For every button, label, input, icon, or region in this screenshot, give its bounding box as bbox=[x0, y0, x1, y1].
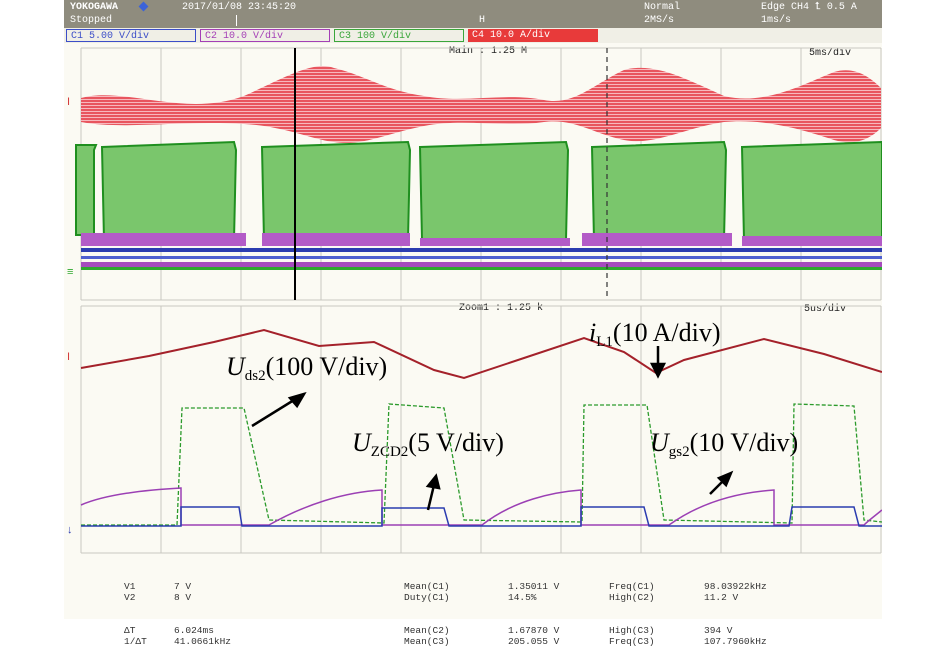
main-green-pulses bbox=[75, 140, 882, 241]
measurement-panel: V1 V2 ΔT 1/ΔT 7 V8 V 6.024ms 41.0661kHz Mea… bbox=[64, 555, 882, 647]
sample-rate-label: 2MS/s bbox=[644, 15, 675, 26]
cursor-labels: V1 V2 ΔT 1/ΔT bbox=[124, 581, 147, 647]
stats-right-values: 98.03922kHz 11.2 V 394 V 107.7960kHz bbox=[704, 581, 767, 647]
trigger-settings-label: Edge CH4 ⮤ 0.5 A bbox=[761, 2, 857, 13]
annotation-ugs2: Ugs2(10 V/div) bbox=[650, 428, 799, 460]
cursor-values: 7 V8 V 6.024ms 41.0661kHz bbox=[174, 581, 232, 647]
annotation-uzcd2: UZCD2(5 V/div) bbox=[352, 428, 504, 460]
ground-markers: I I ≡ ↓ bbox=[67, 96, 73, 536]
annotation-uds2: Uds2(100 V/div) bbox=[226, 352, 388, 384]
trigger-mode-label: Normal bbox=[644, 2, 681, 13]
brand-label: YOKOGAWA bbox=[70, 2, 119, 13]
stats-left-values: 1.35011 V 14.5% 1.67870 V 205.055 V bbox=[508, 581, 560, 647]
header-divider bbox=[236, 15, 237, 26]
run-state-label: Stopped bbox=[70, 15, 113, 26]
svg-text:I: I bbox=[67, 351, 70, 363]
oscilloscope-screen: YOKOGAWA 2017/01/08 23:45:20 Stopped H N… bbox=[64, 0, 882, 647]
annotation-il1: iL1(10 A/div) bbox=[589, 318, 721, 350]
marker-label: H bbox=[479, 15, 486, 26]
stats-left-labels: Mean(C1) Duty(C1) Mean(C2) Mean(C3) bbox=[404, 581, 450, 647]
diamond-icon bbox=[138, 1, 149, 12]
waveform-display: I I ≡ ↓ bbox=[67, 47, 882, 554]
grid bbox=[80, 47, 882, 554]
timebase-label: 1ms/s bbox=[761, 15, 792, 26]
stats-right-labels: Freq(C1) High(C2) High(C3) Freq(C3) bbox=[609, 581, 655, 647]
status-header: YOKOGAWA 2017/01/08 23:45:20 Stopped H N… bbox=[64, 0, 882, 28]
svg-text:I: I bbox=[67, 96, 70, 108]
datetime-label: 2017/01/08 23:45:20 bbox=[182, 2, 297, 13]
svg-text:↓: ↓ bbox=[67, 524, 73, 536]
svg-text:≡: ≡ bbox=[67, 266, 73, 278]
